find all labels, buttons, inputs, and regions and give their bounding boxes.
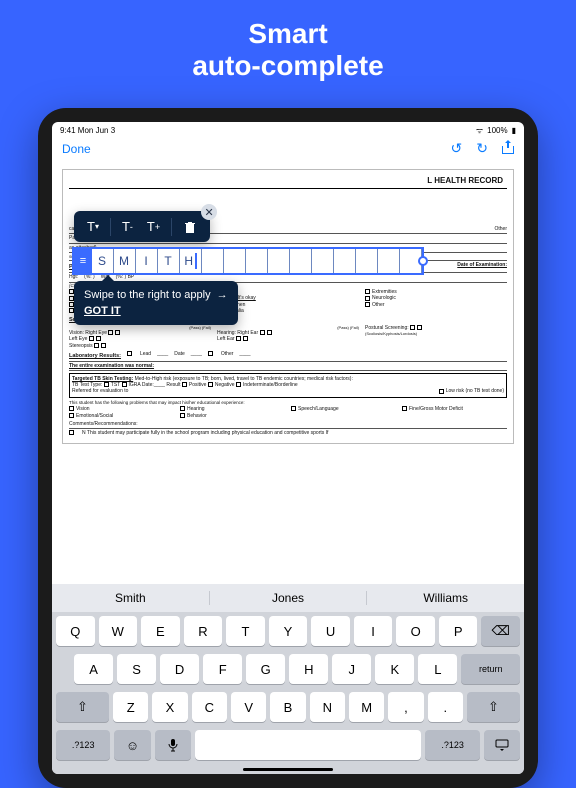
- key-x[interactable]: X: [152, 692, 187, 722]
- text-edit-toolbar: T▾ T- T+ ✕: [74, 211, 210, 242]
- input-cell: [246, 249, 268, 273]
- key-numbers[interactable]: .?123: [56, 730, 110, 760]
- form-text-input[interactable]: ≡ S M I T H: [74, 249, 422, 273]
- key-w[interactable]: W: [99, 616, 138, 646]
- input-cell: T: [158, 249, 180, 273]
- key-g[interactable]: G: [246, 654, 285, 684]
- input-cell: [290, 249, 312, 273]
- key-mic[interactable]: [155, 730, 191, 760]
- arrow-right-icon: →: [217, 289, 228, 301]
- font-larger-tool[interactable]: T+: [144, 217, 163, 236]
- key-k[interactable]: K: [375, 654, 414, 684]
- headline-line1: Smart: [0, 18, 576, 50]
- form-title: L HEALTH RECORD: [69, 174, 507, 189]
- key-h[interactable]: H: [289, 654, 328, 684]
- tooltip-text: Swipe to the right to apply: [84, 289, 211, 301]
- wifi-icon: ᯤ: [476, 125, 483, 136]
- key-d[interactable]: D: [160, 654, 199, 684]
- device-frame: 9:41 Mon Jun 3 ᯤ 100% ▮ Done ↺ ↻ L HEALT…: [38, 108, 538, 788]
- drag-handle-icon[interactable]: ≡: [74, 249, 92, 273]
- keyboard-suggestions: Smith Jones Williams: [52, 584, 524, 612]
- redo-button[interactable]: ↻: [476, 140, 488, 157]
- key-u[interactable]: U: [311, 616, 350, 646]
- input-cell: [224, 249, 246, 273]
- key-f[interactable]: F: [203, 654, 242, 684]
- kb-row-4: .?123 ☺ .?123: [52, 726, 524, 766]
- key-b[interactable]: B: [270, 692, 305, 722]
- text-cursor: [195, 253, 197, 269]
- input-cell: [202, 249, 224, 273]
- done-button[interactable]: Done: [62, 142, 91, 156]
- key-return[interactable]: return: [461, 654, 520, 684]
- swipe-tooltip: Swipe to the right to apply → GOT IT: [74, 281, 238, 325]
- key-c[interactable]: C: [192, 692, 227, 722]
- input-cell: [268, 249, 290, 273]
- promo-headline: Smart auto-complete: [0, 0, 576, 82]
- input-cell: M: [114, 249, 136, 273]
- undo-button[interactable]: ↺: [451, 140, 463, 157]
- kb-row-3: ⇧ Z X C V B N M , . ⇧: [52, 688, 524, 726]
- delete-tool[interactable]: [180, 218, 200, 236]
- key-numbers-right[interactable]: .?123: [425, 730, 479, 760]
- key-hide-keyboard[interactable]: [484, 730, 520, 760]
- font-smaller-tool[interactable]: T-: [119, 217, 136, 236]
- font-style-tool[interactable]: T▾: [84, 217, 102, 236]
- suggestion-item[interactable]: Williams: [367, 591, 524, 605]
- key-y[interactable]: Y: [269, 616, 308, 646]
- key-i[interactable]: I: [354, 616, 393, 646]
- key-r[interactable]: R: [184, 616, 223, 646]
- key-period[interactable]: .: [428, 692, 463, 722]
- input-cell: [378, 249, 400, 273]
- key-n[interactable]: N: [310, 692, 345, 722]
- input-cell: S: [92, 249, 114, 273]
- key-shift-right[interactable]: ⇧: [467, 692, 520, 722]
- headline-line2: auto-complete: [0, 50, 576, 82]
- kb-row-1: Q W E R T Y U I O P ⌫: [52, 612, 524, 650]
- battery-label: 100%: [487, 126, 507, 135]
- home-indicator: [243, 768, 333, 771]
- input-cell: [356, 249, 378, 273]
- battery-icon: ▮: [512, 126, 516, 135]
- key-s[interactable]: S: [117, 654, 156, 684]
- input-cell: [312, 249, 334, 273]
- input-cell: I: [136, 249, 158, 273]
- key-comma[interactable]: ,: [388, 692, 423, 722]
- kb-row-2: A S D F G H J K L return: [52, 650, 524, 688]
- key-o[interactable]: O: [396, 616, 435, 646]
- status-time: 9:41 Mon Jun 3: [60, 126, 115, 135]
- key-emoji[interactable]: ☺: [114, 730, 150, 760]
- key-j[interactable]: J: [332, 654, 371, 684]
- key-q[interactable]: Q: [56, 616, 95, 646]
- suggestion-item[interactable]: Smith: [52, 591, 210, 605]
- nav-toolbar: Done ↺ ↻: [52, 138, 524, 163]
- input-cell: [334, 249, 356, 273]
- key-space[interactable]: [195, 730, 422, 760]
- document-viewport[interactable]: L HEALTH RECORD cations: Food Other Past…: [52, 163, 524, 483]
- key-a[interactable]: A: [74, 654, 113, 684]
- key-z[interactable]: Z: [113, 692, 148, 722]
- key-shift[interactable]: ⇧: [56, 692, 109, 722]
- key-v[interactable]: V: [231, 692, 266, 722]
- key-e[interactable]: E: [141, 616, 180, 646]
- key-t[interactable]: T: [226, 616, 265, 646]
- suggestion-item[interactable]: Jones: [210, 591, 368, 605]
- onscreen-keyboard: Smith Jones Williams Q W E R T Y U I O P…: [52, 584, 524, 774]
- key-m[interactable]: M: [349, 692, 384, 722]
- tooltip-gotit-button[interactable]: GOT IT: [84, 305, 121, 317]
- device-screen: 9:41 Mon Jun 3 ᯤ 100% ▮ Done ↺ ↻ L HEALT…: [52, 122, 524, 774]
- status-bar: 9:41 Mon Jun 3 ᯤ 100% ▮: [52, 122, 524, 138]
- share-button[interactable]: [502, 140, 514, 157]
- input-cell: H: [180, 249, 202, 273]
- key-backspace[interactable]: ⌫: [481, 616, 520, 646]
- resize-handle[interactable]: [418, 256, 428, 266]
- key-p[interactable]: P: [439, 616, 478, 646]
- key-l[interactable]: L: [418, 654, 457, 684]
